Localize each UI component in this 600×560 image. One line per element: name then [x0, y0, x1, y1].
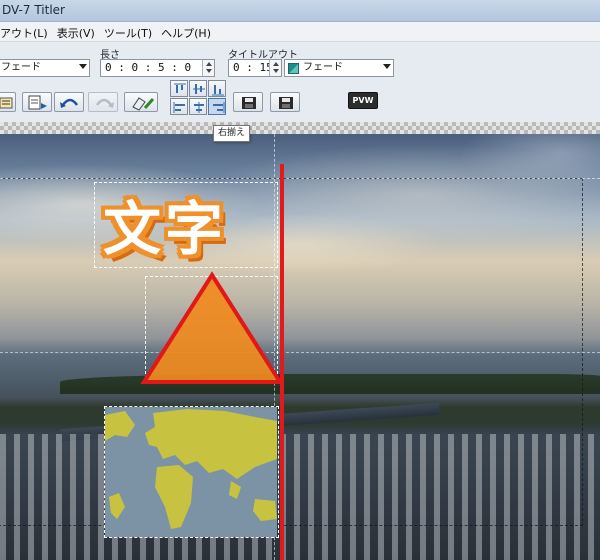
transition-color-icon — [288, 63, 299, 74]
duration-spinner[interactable]: 0 : 0 : 5 : 0 — [100, 59, 215, 77]
titler-window: DV-7 Titler アウト(L) 表示(V) ツール(T) ヘルプ(H) フ… — [0, 0, 600, 560]
align-top-icon — [174, 83, 186, 93]
save-as-button[interactable] — [270, 92, 300, 112]
save-button[interactable] — [233, 92, 263, 112]
timeline-cursor-line[interactable] — [280, 164, 284, 560]
undo-button[interactable] — [54, 92, 84, 112]
align-right-icon — [213, 102, 225, 113]
title-bar: DV-7 Titler — [0, 0, 600, 22]
spin-down-icon — [206, 69, 212, 73]
align-center-icon — [194, 102, 204, 113]
redo-button[interactable] — [88, 92, 118, 112]
transition-in-select[interactable]: フェード — [0, 59, 90, 77]
spin-up-icon — [206, 62, 212, 66]
align-middle-button[interactable] — [189, 80, 207, 97]
chevron-down-icon — [383, 64, 391, 69]
floppy-disk-icon — [279, 97, 293, 109]
title-out-transition-select[interactable]: フェード — [284, 59, 394, 77]
map-object-selection[interactable] — [104, 406, 279, 538]
canvas-top-ruler — [0, 122, 600, 134]
align-left-icon — [173, 102, 185, 113]
redo-arrow-icon — [95, 98, 114, 108]
toolbar: フェード 長さ 0 : 0 : 5 : 0 タイトルアウト 0 : 15 フェー… — [0, 42, 600, 122]
guide-line — [0, 178, 600, 179]
menu-help[interactable]: ヘルプ(H) — [157, 22, 216, 41]
guide-line — [0, 352, 600, 353]
preview-button[interactable]: PVW — [348, 92, 378, 109]
title-out-transition-value: フェード — [303, 62, 343, 73]
title-out-time-spinner[interactable]: 0 : 15 — [228, 59, 282, 77]
menu-view[interactable]: 表示(V) — [53, 22, 100, 41]
align-middle-icon — [193, 84, 205, 94]
text-box-icon — [0, 97, 13, 109]
menu-bar: アウト(L) 表示(V) ツール(T) ヘルプ(H) — [0, 22, 600, 42]
text-tool-button[interactable] — [0, 92, 16, 112]
align-right-tooltip: 右揃え — [213, 125, 251, 142]
floppy-disk-icon — [242, 97, 256, 109]
insert-object-button[interactable] — [22, 92, 52, 112]
erase-button[interactable] — [124, 92, 158, 112]
align-center-button[interactable] — [189, 98, 207, 115]
triangle-shape[interactable] — [140, 270, 285, 388]
title-out-time-value: 0 : 15 — [233, 61, 273, 74]
transition-in-value: フェード — [1, 62, 41, 73]
align-bottom-icon — [212, 85, 224, 96]
chevron-down-icon — [79, 64, 87, 69]
spin-up-icon — [273, 62, 279, 66]
spin-buttons[interactable] — [269, 60, 281, 76]
eraser-pen-icon — [132, 97, 155, 111]
align-top-button[interactable] — [170, 80, 188, 97]
align-right-button[interactable] — [208, 98, 226, 115]
alignment-buttons — [170, 80, 228, 116]
window-title: DV-7 Titler — [2, 3, 65, 17]
title-text-object[interactable]: 文字 — [103, 182, 227, 266]
menu-tools[interactable]: ツール(T) — [100, 22, 157, 41]
undo-arrow-icon — [60, 98, 79, 108]
spin-buttons[interactable] — [202, 60, 214, 76]
duration-value: 0 : 0 : 5 : 0 — [105, 61, 192, 74]
menu-layout[interactable]: アウト(L) — [0, 22, 53, 41]
align-bottom-button[interactable] — [208, 80, 226, 97]
title-canvas[interactable]: 文字 — [0, 134, 600, 560]
align-left-button[interactable] — [170, 98, 188, 115]
page-add-icon — [28, 95, 47, 110]
spin-down-icon — [273, 69, 279, 73]
